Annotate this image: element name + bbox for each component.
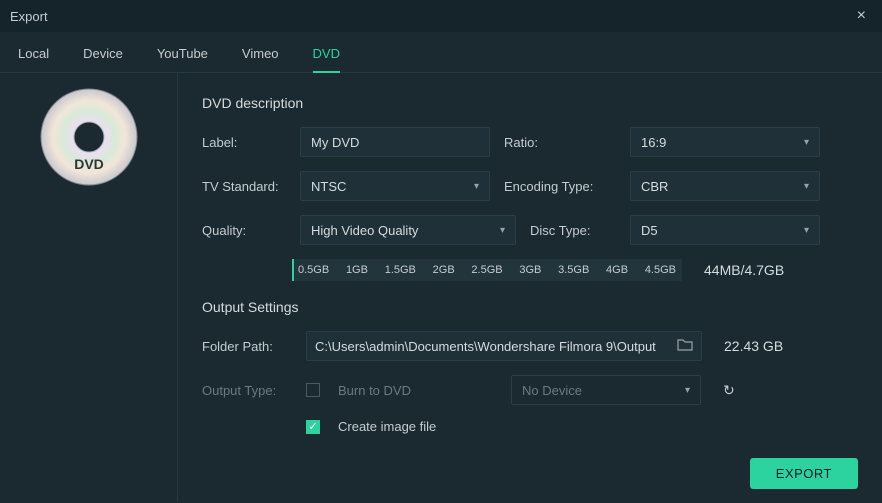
folder-icon[interactable] bbox=[677, 338, 693, 355]
window-title: Export bbox=[10, 9, 48, 24]
label-label: Label: bbox=[202, 135, 286, 150]
size-tick: 4.5GB bbox=[645, 264, 676, 276]
size-tick: 0.5GB bbox=[298, 264, 329, 276]
tab-local[interactable]: Local bbox=[18, 46, 49, 72]
size-tick: 3GB bbox=[519, 264, 541, 276]
size-tick: 3.5GB bbox=[558, 264, 589, 276]
tab-youtube[interactable]: YouTube bbox=[157, 46, 208, 72]
disctype-select[interactable]: D5▾ bbox=[630, 215, 820, 245]
free-space: 22.43 GB bbox=[724, 338, 783, 354]
device-select[interactable]: No Device▾ bbox=[511, 375, 701, 405]
tab-device[interactable]: Device bbox=[83, 46, 123, 72]
chevron-down-icon: ▾ bbox=[500, 225, 505, 236]
enctype-select[interactable]: CBR▾ bbox=[630, 171, 820, 201]
refresh-icon[interactable]: ↻ bbox=[723, 382, 735, 399]
tab-dvd[interactable]: DVD bbox=[313, 46, 340, 73]
svg-text:DVD: DVD bbox=[74, 156, 104, 172]
size-tick: 1GB bbox=[346, 264, 368, 276]
output-type-label: Output Type: bbox=[202, 383, 292, 398]
ratio-select[interactable]: 16:9▾ bbox=[630, 127, 820, 157]
size-tick: 1.5GB bbox=[385, 264, 416, 276]
size-tick: 2.5GB bbox=[471, 264, 502, 276]
chevron-down-icon: ▾ bbox=[685, 385, 690, 396]
quality-label: Quality: bbox=[202, 223, 286, 238]
export-button[interactable]: EXPORT bbox=[750, 458, 858, 489]
enctype-label: Encoding Type: bbox=[504, 179, 616, 194]
sidebar: DVD bbox=[0, 73, 178, 501]
folder-path-input[interactable]: C:\Users\admin\Documents\Wondershare Fil… bbox=[306, 331, 702, 361]
chevron-down-icon: ▾ bbox=[804, 181, 809, 192]
tvstd-label: TV Standard: bbox=[202, 179, 286, 194]
size-bar: 0.5GB 1GB 1.5GB 2GB 2.5GB 3GB 3.5GB 4GB … bbox=[292, 259, 682, 281]
dvd-description-title: DVD description bbox=[202, 95, 858, 111]
size-readout: 44MB/4.7GB bbox=[704, 262, 784, 278]
tabs: Local Device YouTube Vimeo DVD bbox=[0, 32, 882, 73]
close-icon[interactable]: × bbox=[851, 5, 872, 27]
label-input[interactable]: My DVD bbox=[300, 127, 490, 157]
burn-to-dvd-label: Burn to DVD bbox=[338, 383, 411, 398]
folder-path-label: Folder Path: bbox=[202, 339, 292, 354]
create-image-checkbox[interactable]: ✓ bbox=[306, 420, 320, 434]
chevron-down-icon: ▾ bbox=[804, 225, 809, 236]
size-tick: 4GB bbox=[606, 264, 628, 276]
tvstd-select[interactable]: NTSC▾ bbox=[300, 171, 490, 201]
chevron-down-icon: ▾ bbox=[804, 137, 809, 148]
burn-to-dvd-checkbox[interactable] bbox=[306, 383, 320, 397]
create-image-label: Create image file bbox=[338, 419, 436, 434]
output-settings-title: Output Settings bbox=[202, 299, 858, 315]
main-panel: DVD description Label: My DVD Ratio: 16:… bbox=[178, 73, 882, 501]
disctype-label: Disc Type: bbox=[530, 223, 616, 238]
titlebar: Export × bbox=[0, 0, 882, 32]
chevron-down-icon: ▾ bbox=[474, 181, 479, 192]
quality-select[interactable]: High Video Quality▾ bbox=[300, 215, 516, 245]
size-tick: 2GB bbox=[433, 264, 455, 276]
dvd-disc-icon: DVD bbox=[39, 87, 139, 187]
ratio-label: Ratio: bbox=[504, 135, 616, 150]
tab-vimeo[interactable]: Vimeo bbox=[242, 46, 279, 72]
